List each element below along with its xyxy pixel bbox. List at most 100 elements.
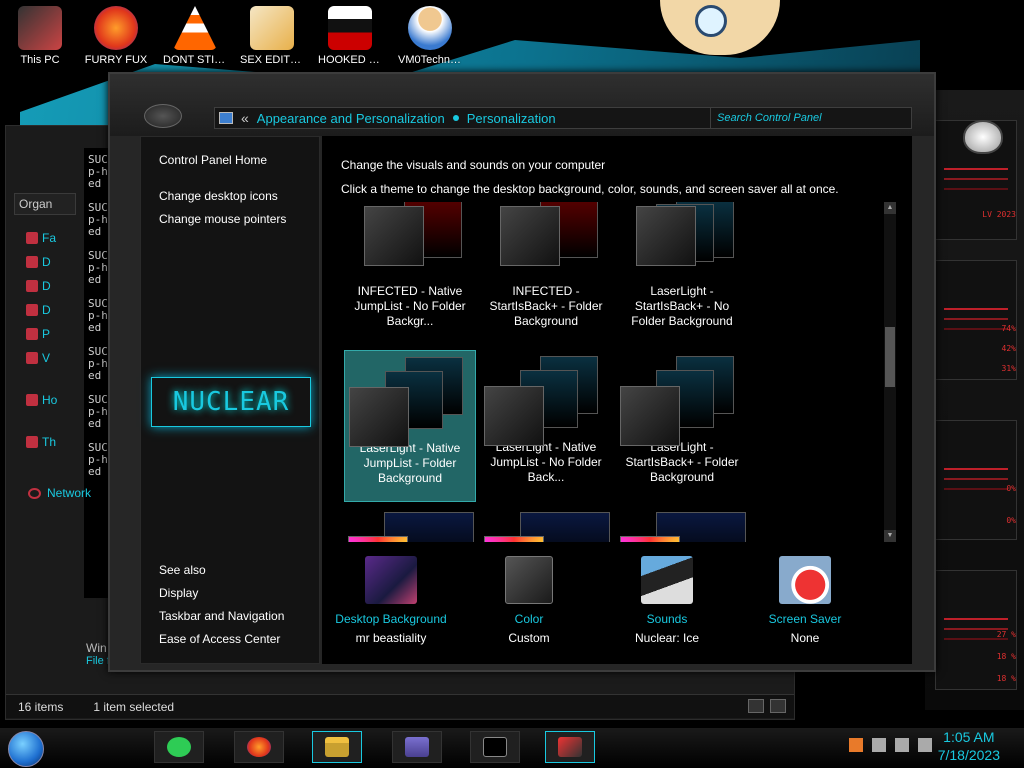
control-panel-icon <box>405 737 429 757</box>
taskbar-app[interactable] <box>545 731 595 763</box>
theme-preview <box>616 512 748 542</box>
nav-item-homegroup[interactable]: Ho <box>26 388 76 412</box>
theme-scrollbar[interactable]: ▲ ▼ <box>884 202 896 542</box>
folder-icon <box>26 256 38 268</box>
component-name: Screen Saver <box>768 612 842 626</box>
preview-card <box>364 206 424 266</box>
sidebar-link-home[interactable]: Control Panel Home <box>159 153 267 167</box>
sidebar-link-taskbar[interactable]: Taskbar and Navigation <box>159 609 284 623</box>
theme-tile[interactable]: INFECTED - Native JumpList - No Folder B… <box>344 202 476 346</box>
widget-readout: 0% <box>1006 484 1016 493</box>
organize-button[interactable]: Organ <box>14 193 76 215</box>
theme-tile-selected[interactable]: LaserLight - Native JumpList - Folder Ba… <box>344 350 476 502</box>
theme-name: LaserLight - StartIsBack+ - Folder Backg… <box>625 440 739 484</box>
theme-tile[interactable] <box>616 512 748 542</box>
scroll-down-icon[interactable]: ▼ <box>884 530 896 542</box>
widget-readout: 0% <box>1006 516 1016 525</box>
nav-item[interactable]: P <box>26 322 76 346</box>
content-pane: Change the visuals and sounds on your co… <box>322 136 912 664</box>
taskbar-app[interactable] <box>154 731 204 763</box>
nav-item-network[interactable]: Network <box>28 486 91 500</box>
nuclear-logo: NUCLEAR <box>151 377 311 427</box>
folder-icon <box>26 328 38 340</box>
nav-item[interactable]: D <box>26 250 76 274</box>
firefox-icon <box>94 6 138 50</box>
preview-card <box>620 386 680 446</box>
desktop-icon-this-pc[interactable]: This PC <box>8 6 72 66</box>
preview-card <box>620 536 680 542</box>
nav-item-label: Fa <box>42 231 57 245</box>
theme-tile[interactable]: INFECTED - StartIsBack+ - Folder Backgro… <box>480 202 612 346</box>
control-panel-icon <box>219 112 233 124</box>
desktop-icon-hooked-on[interactable]: HOOKED ON <box>318 6 382 66</box>
homegroup-icon <box>26 394 38 406</box>
sidebar-link-display[interactable]: Display <box>159 586 198 600</box>
nav-item[interactable]: D <box>26 274 76 298</box>
personalization-window: « Appearance and Personalization Persona… <box>108 72 936 672</box>
back-forward-button[interactable] <box>144 104 182 128</box>
flag-icon[interactable] <box>872 738 886 752</box>
widget-readout: 42% <box>1001 344 1016 353</box>
desktop-background-button[interactable]: Desktop Background mr beastiality <box>321 556 461 645</box>
nav-item[interactable]: Fa <box>26 226 76 250</box>
desktop-icon-dont-stick[interactable]: DONT STICK <box>163 6 227 66</box>
scrollbar-thumb[interactable] <box>885 327 895 387</box>
widget-readout: 27 % <box>996 630 1016 639</box>
folder-icon <box>26 232 38 244</box>
theme-name: LaserLight - Native JumpList - Folder Ba… <box>359 441 461 485</box>
details-view-icon[interactable] <box>748 699 764 713</box>
folder-icon <box>26 304 38 316</box>
alien-head-icon <box>963 120 1003 154</box>
widget-readout: 74% <box>1001 324 1016 333</box>
breadcrumb-personalization[interactable]: Personalization <box>467 111 556 126</box>
desktop-icon-furry-fux[interactable]: FURRY FUX <box>84 6 148 66</box>
theme-tile[interactable]: LaserLight - StartIsBack+ - No Folder Ba… <box>616 202 748 346</box>
preview-card <box>500 206 560 266</box>
sidebar: Control Panel Home Change desktop icons … <box>140 136 320 664</box>
theme-tile[interactable]: LaserLight - StartIsBack+ - Folder Backg… <box>616 350 748 502</box>
clock[interactable]: 1:05 AM 7/18/2023 <box>938 728 1000 764</box>
clock-date: 7/18/2023 <box>937 747 1000 763</box>
large-icons-view-icon[interactable] <box>770 699 786 713</box>
status-bar: 16 items 1 item selected <box>6 694 794 718</box>
breadcrumb-appearance[interactable]: Appearance and Personalization <box>257 111 445 126</box>
widget-panel <box>935 260 1017 380</box>
sidebar-link-ease-of-access[interactable]: Ease of Access Center <box>159 632 280 646</box>
tray-app-icon[interactable] <box>849 738 863 752</box>
desktop-icon-label: FURRY FUX <box>84 54 148 66</box>
file-explorer-icon <box>325 737 349 757</box>
nav-item-this-pc[interactable]: Th <box>26 430 76 454</box>
theme-preview <box>345 351 475 447</box>
breadcrumb-overflow[interactable]: « <box>241 110 249 126</box>
screen-saver-button[interactable]: Screen Saver None <box>735 556 875 645</box>
sidebar-link-desktop-icons[interactable]: Change desktop icons <box>159 189 278 203</box>
color-button[interactable]: Color Custom <box>459 556 599 645</box>
theme-name: LaserLight - Native JumpList - No Folder… <box>490 440 602 484</box>
desktop-icon-vm0technic[interactable]: VM0Technic... <box>398 6 462 66</box>
taskbar-app[interactable] <box>312 731 362 763</box>
nav-item[interactable]: V <box>26 346 76 370</box>
component-value: Nuclear: Ice <box>634 631 700 645</box>
nav-item-label: V <box>42 351 51 365</box>
scroll-up-icon[interactable]: ▲ <box>884 202 896 214</box>
sounds-button[interactable]: Sounds Nuclear: Ice <box>597 556 737 645</box>
desktop-icon-sex-editor[interactable]: SEX EDITOR <box>240 6 304 66</box>
theme-tile[interactable]: LaserLight - Native JumpList - No Folder… <box>480 350 612 502</box>
search-input[interactable]: Search Control Panel <box>710 107 912 129</box>
volume-icon[interactable] <box>918 738 932 752</box>
theme-gallery: INFECTED - Native JumpList - No Folder B… <box>334 202 880 542</box>
start-button[interactable] <box>8 731 44 767</box>
taskbar-app[interactable] <box>234 731 284 763</box>
theme-tile[interactable] <box>344 512 476 542</box>
taskbar-app[interactable] <box>470 731 520 763</box>
sidebar-link-mouse-pointers[interactable]: Change mouse pointers <box>159 212 286 226</box>
selection-count: 1 item selected <box>93 699 175 714</box>
theme-tile[interactable] <box>480 512 612 542</box>
page-title: Change the visuals and sounds on your co… <box>341 158 606 172</box>
network-icon[interactable] <box>895 738 909 752</box>
nav-item-label: Ho <box>42 393 58 407</box>
component-value: mr beastiality <box>355 631 427 645</box>
nav-item[interactable]: D <box>26 298 76 322</box>
folder-icon <box>26 280 38 292</box>
taskbar-app[interactable] <box>392 731 442 763</box>
